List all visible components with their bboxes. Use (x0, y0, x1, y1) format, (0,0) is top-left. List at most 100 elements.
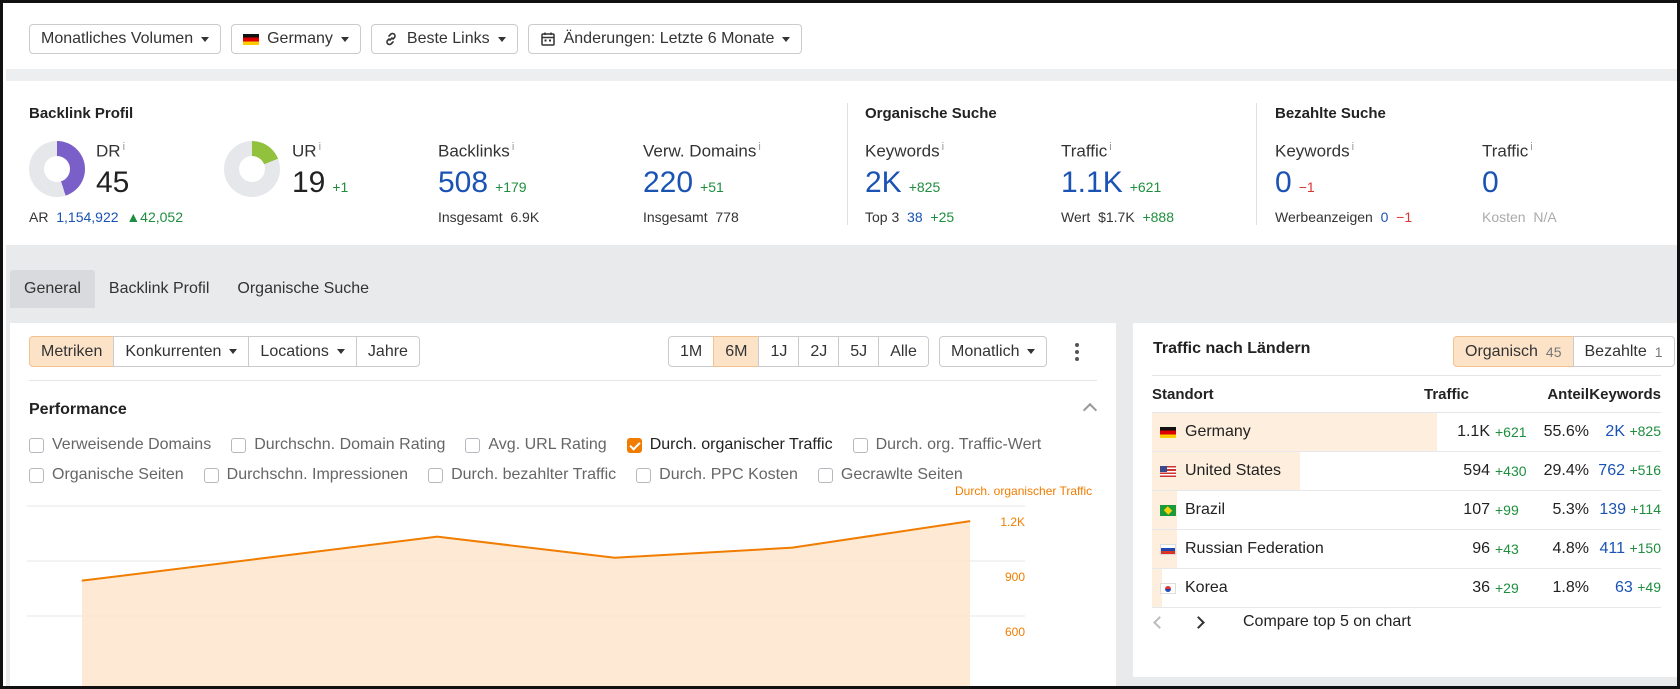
country-table: Standort Traffic Anteil Keywords Germany… (1152, 375, 1661, 608)
keywords-cell[interactable]: 762 +516 (1589, 462, 1661, 480)
paid-keywords-value[interactable]: 0 −1 (1275, 166, 1315, 200)
backlinks-value[interactable]: 508 +179 (438, 166, 527, 200)
traffic-by-country-title: Traffic nach Ländern (1153, 340, 1311, 357)
checkbox-icon (29, 437, 44, 453)
checkbox-avg-dr[interactable]: Durchschn. Domain Rating (231, 436, 445, 454)
traffic-chart: 1.2K 900 600 (27, 505, 1025, 686)
org-traffic-delta: +621 (1129, 179, 1162, 195)
country-dropdown[interactable]: Germany (231, 24, 361, 54)
col-location[interactable]: Standort (1152, 386, 1424, 403)
keywords-cell[interactable]: 139 +114 (1589, 501, 1661, 519)
links-dropdown[interactable]: Beste Links (370, 24, 518, 54)
checkbox-icon (817, 467, 833, 483)
checkbox-ref-domains[interactable]: Verweisende Domains (29, 436, 211, 454)
domains-delta: +51 (700, 179, 724, 195)
backlink-profile-title: Backlink Profil (29, 105, 134, 122)
range-5y[interactable]: 5J (838, 336, 880, 367)
table-header: Standort Traffic Anteil Keywords (1152, 375, 1661, 413)
traffic-delta: +29 (1495, 580, 1519, 596)
data-point[interactable] (614, 557, 616, 559)
more-options-icon[interactable] (1075, 343, 1079, 364)
links-label: Beste Links (406, 30, 490, 47)
paid-keywords-label: Keywords i (1275, 141, 1355, 161)
col-traffic[interactable]: Traffic (1424, 386, 1534, 403)
germany-flag-icon (243, 33, 260, 45)
checkbox-impressions[interactable]: Durchschn. Impressionen (203, 466, 408, 484)
ur-value: 19 +1 (292, 166, 349, 199)
range-1y[interactable]: 1J (758, 336, 800, 367)
country-cell[interactable]: Germany (1152, 423, 1424, 441)
checkbox-icon (465, 437, 481, 453)
checkbox-ppc-cost[interactable]: Durch. PPC Kosten (636, 466, 798, 484)
mode-metrics[interactable]: Metriken (29, 336, 115, 367)
country-cell[interactable]: Russian Federation (1152, 540, 1424, 558)
domains-value[interactable]: 220 +51 (643, 166, 724, 200)
us-flag-icon (1160, 465, 1176, 477)
changes-dropdown[interactable]: Änderungen: Letzte 6 Monate (527, 24, 803, 54)
dr-donut-chart (29, 141, 85, 197)
paid-ads: Werbeanzeigen 0 −1 (1275, 209, 1413, 225)
checkbox-icon (231, 437, 247, 453)
checkbox-crawled-pages[interactable]: Gecrawlte Seiten (817, 466, 963, 484)
pager: Compare top 5 on chart (1153, 613, 1411, 631)
range-switch: 1M 6M 1J 2J 5J Alle (668, 336, 929, 367)
dr-value: 45 (96, 166, 130, 199)
traffic-by-country-panel: Traffic nach Ländern Organisch 45 Bezahlt… (1133, 323, 1677, 677)
checkbox-org-pages[interactable]: Organische Seiten (29, 466, 184, 484)
divider (1256, 103, 1257, 225)
data-point[interactable] (436, 536, 438, 538)
ar-value[interactable]: 1,154,922 (56, 209, 118, 225)
checkbox-org-traffic[interactable]: Durch. organischer Traffic (626, 436, 833, 454)
range-2y[interactable]: 2J (798, 336, 840, 367)
col-share[interactable]: Anteil (1534, 386, 1589, 403)
tab-paid[interactable]: Bezahlte 1 (1572, 336, 1675, 367)
data-point[interactable] (791, 547, 793, 549)
volume-label: Monatliches Volumen (41, 30, 194, 47)
paid-traffic-value[interactable]: 0 (1482, 166, 1499, 200)
chevron-left-icon[interactable] (1153, 615, 1166, 629)
mode-years[interactable]: Jahre (355, 336, 420, 367)
checkbox-icon (203, 467, 219, 483)
chevron-up-icon[interactable] (1082, 402, 1098, 418)
paid-keywords-delta: −1 (1298, 179, 1315, 195)
info-icon: i (318, 141, 322, 153)
keywords-cell[interactable]: 411 +150 (1589, 540, 1661, 558)
tab-backlink-profile[interactable]: Backlink Profil (95, 270, 223, 308)
country-cell[interactable]: Brazil (1152, 501, 1424, 519)
range-1m[interactable]: 1M (668, 336, 715, 367)
country-cell[interactable]: United States (1152, 462, 1424, 480)
org-top3: Top 3 38 +25 (865, 209, 955, 225)
keywords-cell[interactable]: 2K +825 (1589, 423, 1661, 441)
org-keywords-value[interactable]: 2K +825 (865, 166, 940, 200)
compare-top5-link[interactable]: Compare top 5 on chart (1243, 613, 1411, 631)
data-point[interactable] (969, 520, 971, 522)
mode-competitors[interactable]: Konkurrenten (113, 336, 250, 367)
volume-dropdown[interactable]: Monatliches Volumen (29, 24, 222, 54)
table-row: Korea 36 +29 1.8% 63 +49 (1152, 569, 1661, 608)
traffic-type-switch: Organisch 45 Bezahlte 1 (1453, 336, 1675, 367)
range-6m[interactable]: 6M (713, 336, 760, 367)
table-row: Germany 1.1K +621 55.6% 2K +825 (1152, 413, 1661, 452)
section-tabs: General Backlink Profil Organische Suche (10, 270, 383, 308)
interval-select[interactable]: Monatlich (939, 336, 1048, 367)
mode-locations[interactable]: Locations (248, 336, 357, 367)
checkbox-avg-ur[interactable]: Avg. URL Rating (465, 436, 607, 454)
tab-general[interactable]: General (10, 270, 95, 308)
country-cell[interactable]: Korea (1152, 579, 1424, 597)
metric-checkboxes-row2: Organische Seiten Durchschn. Impressione… (29, 466, 983, 484)
org-traffic-value[interactable]: 1.1K +621 (1061, 166, 1161, 200)
col-keywords[interactable]: Keywords (1589, 386, 1661, 403)
keywords-cell[interactable]: 63 +49 (1589, 579, 1661, 597)
organic-search-title: Organische Suche (865, 105, 997, 122)
org-traffic-worth: Wert $1.7K +888 (1061, 209, 1175, 225)
tab-organic-search[interactable]: Organische Suche (223, 270, 383, 308)
paid-cost: Kosten N/A (1482, 209, 1557, 225)
range-all[interactable]: Alle (878, 336, 929, 367)
checkbox-traffic-value[interactable]: Durch. org. Traffic-Wert (852, 436, 1041, 454)
tab-organic[interactable]: Organisch 45 (1453, 336, 1574, 367)
data-point[interactable] (259, 558, 261, 560)
traffic-cell: 36 (1472, 579, 1490, 596)
data-point[interactable] (81, 580, 83, 582)
chevron-right-icon[interactable] (1192, 615, 1205, 629)
checkbox-paid-traffic[interactable]: Durch. bezahlter Traffic (428, 466, 616, 484)
